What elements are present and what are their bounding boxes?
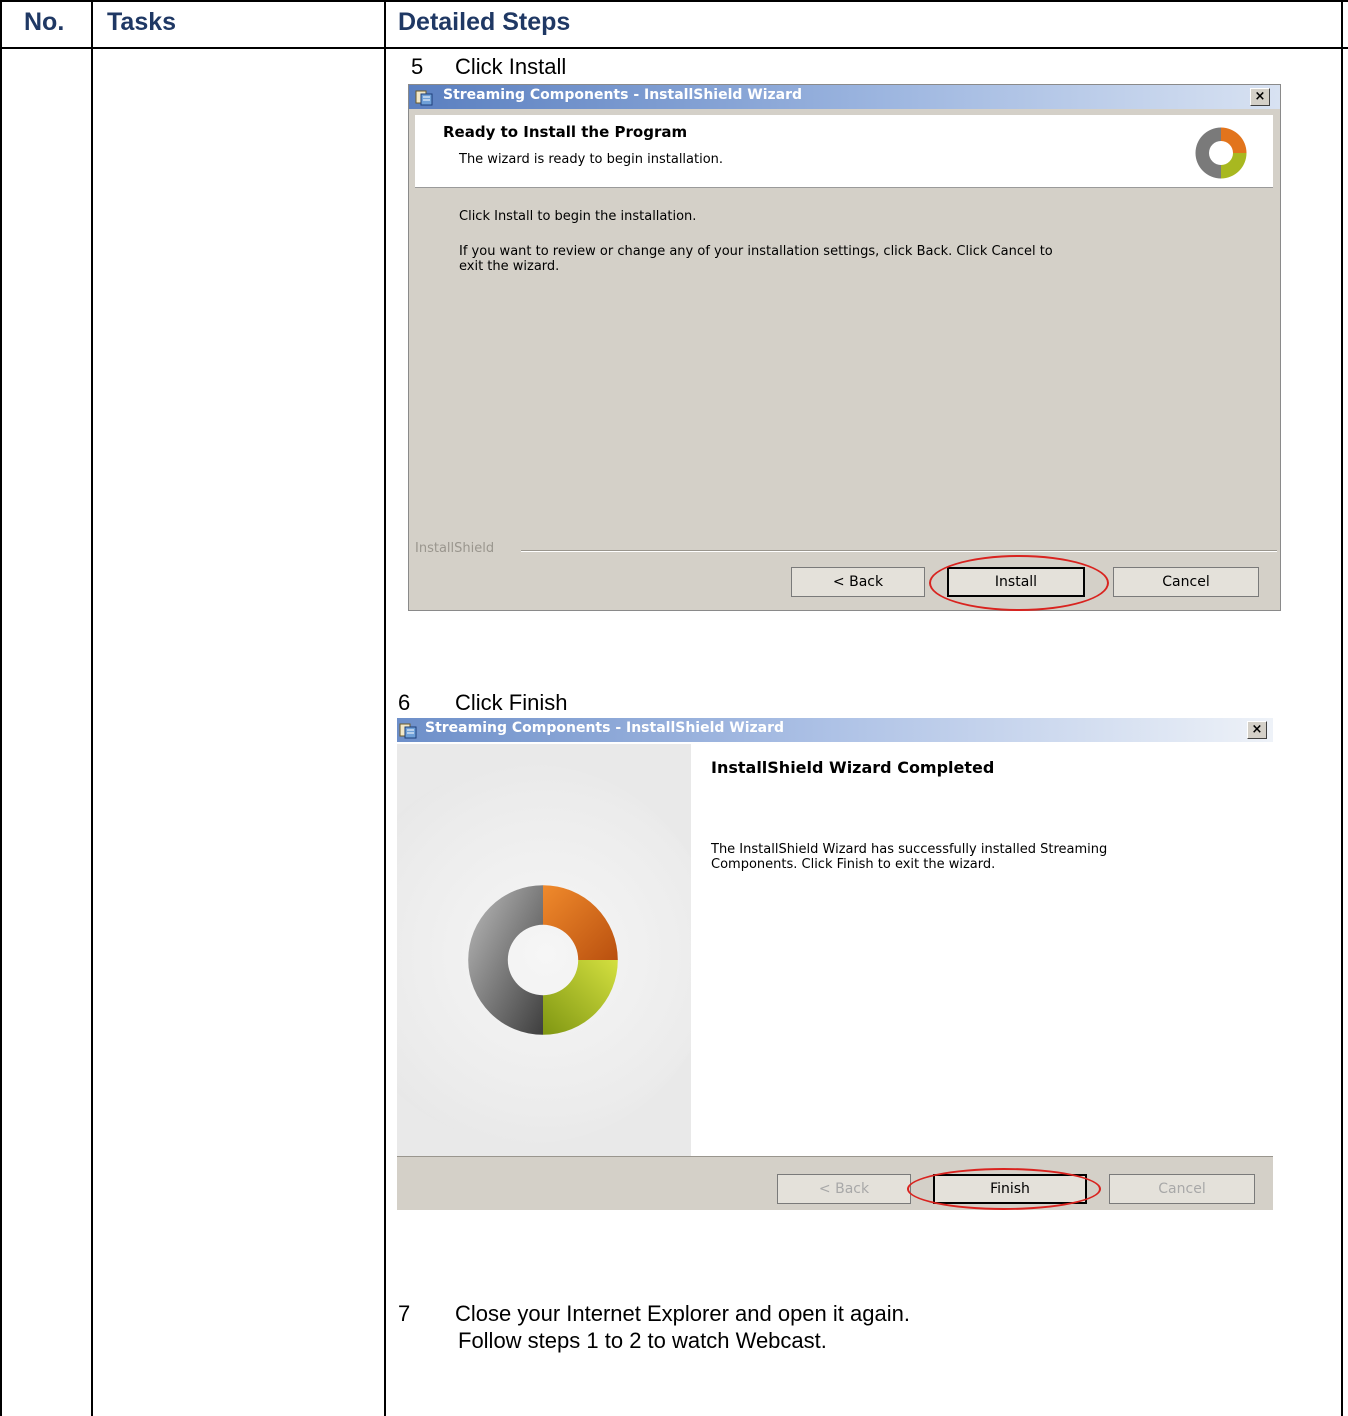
install-dialog-heading: Ready to Install the Program bbox=[443, 123, 688, 141]
table-border-top bbox=[0, 0, 1348, 2]
finish-dialog-titlebar: Streaming Components - InstallShield Wiz… bbox=[397, 718, 1273, 742]
finish-dialog-title: Streaming Components - InstallShield Wiz… bbox=[425, 720, 785, 736]
table-col-divider-2 bbox=[384, 0, 386, 1416]
install-dialog-subheading: The wizard is ready to begin installatio… bbox=[459, 152, 724, 167]
table-border-left bbox=[0, 0, 2, 1416]
installshield-large-logo-icon bbox=[468, 885, 618, 1035]
finish-dialog-cancel-button[interactable]: Cancel bbox=[1109, 1174, 1255, 1204]
finish-dialog-back-button[interactable]: < Back bbox=[777, 1174, 911, 1204]
finish-highlight-oval bbox=[907, 1168, 1101, 1210]
install-dialog-footer-brand: InstallShield bbox=[415, 541, 495, 556]
install-dialog-close-button[interactable]: × bbox=[1250, 88, 1270, 106]
finish-wizard-dialog: Streaming Components - InstallShield Wiz… bbox=[397, 718, 1273, 1210]
finish-dialog-body-1: The InstallShield Wizard has successfull… bbox=[711, 842, 1108, 857]
header-no: No. bbox=[24, 8, 65, 36]
step-5-text: Click Install bbox=[455, 54, 567, 79]
install-highlight-oval bbox=[929, 555, 1109, 611]
step-7-text-line-1: Close your Internet Explorer and open it… bbox=[455, 1301, 910, 1326]
installer-app-icon bbox=[415, 90, 433, 106]
install-dialog-cancel-button[interactable]: Cancel bbox=[1113, 567, 1259, 597]
install-dialog-titlebar: Streaming Components - InstallShield Wiz… bbox=[409, 85, 1280, 109]
install-dialog-body-2a: If you want to review or change any of y… bbox=[459, 244, 1053, 259]
step-6-number: 6 bbox=[398, 690, 411, 715]
installshield-logo-icon bbox=[1195, 127, 1247, 179]
step-7-text-line-2: Follow steps 1 to 2 to watch Webcast. bbox=[458, 1328, 827, 1353]
installer-app-icon bbox=[399, 723, 417, 739]
finish-dialog-close-button[interactable]: × bbox=[1247, 721, 1267, 739]
header-tasks: Tasks bbox=[107, 8, 177, 36]
finish-dialog-body-2: Components. Click Finish to exit the wiz… bbox=[711, 857, 996, 872]
finish-dialog-heading: InstallShield Wizard Completed bbox=[711, 758, 995, 777]
header-detailed-steps: Detailed Steps bbox=[398, 8, 571, 36]
install-dialog-title: Streaming Components - InstallShield Wiz… bbox=[443, 87, 803, 103]
step-7-number: 7 bbox=[398, 1301, 411, 1326]
finish-dialog-side-panel bbox=[397, 744, 691, 1156]
install-dialog-body-1: Click Install to begin the installation. bbox=[459, 209, 697, 224]
install-dialog-footer-divider bbox=[521, 550, 1277, 552]
install-wizard-dialog: Streaming Components - InstallShield Wiz… bbox=[408, 84, 1281, 611]
table-col-divider-1 bbox=[91, 0, 93, 1416]
step-6-text: Click Finish bbox=[455, 690, 568, 715]
install-dialog-body-2b: exit the wizard. bbox=[459, 259, 560, 274]
table-header-divider bbox=[0, 47, 1348, 49]
install-dialog-back-button[interactable]: < Back bbox=[791, 567, 925, 597]
table-border-right bbox=[1341, 0, 1343, 1416]
step-5-number: 5 bbox=[411, 54, 424, 79]
